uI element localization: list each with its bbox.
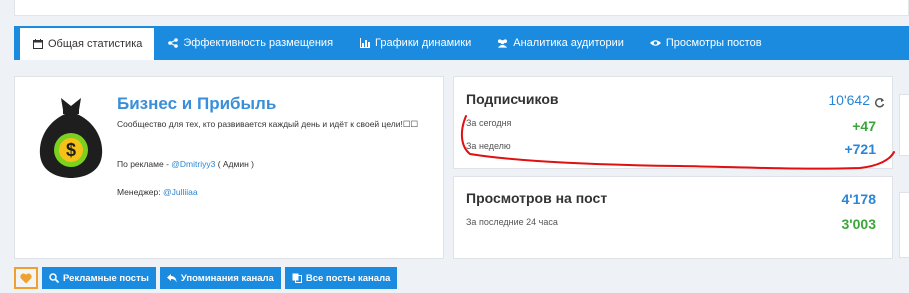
channel-mentions-label: Упоминания канала [180, 272, 274, 284]
tab-label: Эффективность размещения [183, 37, 334, 49]
all-channel-posts-button[interactable]: Все посты канала [284, 267, 398, 289]
tab-placement-efficiency[interactable]: Эффективность размещения [154, 26, 346, 60]
views-period-value: 3'003 [841, 216, 876, 232]
views-period-label: За последние 24 часа [466, 217, 558, 227]
favorite-button[interactable] [14, 267, 38, 289]
views-card: Просмотров на пост 4'178 За последние 24… [453, 176, 893, 259]
views-title: Просмотров на пост [466, 190, 608, 206]
users-icon [497, 38, 508, 49]
subscribers-week-value: +721 [844, 141, 876, 157]
tab-post-views[interactable]: Просмотры постов [637, 26, 775, 60]
channel-mentions-button[interactable]: Упоминания канала [159, 267, 281, 289]
refresh-icon[interactable] [874, 95, 885, 113]
ad-posts-label: Рекламные посты [63, 272, 149, 284]
eye-icon [649, 38, 661, 49]
channel-profile-card: $ Бизнес и Прибыль Сообщество для тех, к… [14, 76, 444, 259]
channel-ad-contact: По рекламе - @Dmitriyy3 ( Админ ) [117, 159, 254, 169]
top-card [14, 0, 909, 16]
search-icon [49, 273, 59, 283]
channel-manager: Менеджер: @Julliiaa [117, 187, 198, 197]
views-total: 4'178 [841, 191, 876, 207]
bar-chart-icon [359, 38, 370, 49]
subscribers-today-label: За сегодня [466, 118, 512, 128]
tab-label: Общая статистика [48, 38, 143, 50]
channel-description: Сообщество для тех, кто развивается кажд… [117, 119, 419, 129]
manager-prefix: Менеджер: [117, 187, 163, 197]
subscribers-total: 10'642 [828, 92, 870, 108]
subscribers-today-value: +47 [852, 118, 876, 134]
heart-icon [20, 273, 32, 283]
tab-label: Аналитика аудитории [513, 37, 624, 49]
subscribers-card: Подписчиков 10'642 За сегодня +47 За нед… [453, 76, 893, 169]
calendar-icon [32, 39, 43, 50]
all-channel-posts-label: Все посты канала [305, 272, 391, 284]
channel-avatar: $ [35, 94, 107, 178]
channel-actions-bar: Рекламные посты Упоминания канала Все по… [14, 267, 398, 289]
copy-icon [292, 273, 302, 283]
tab-dynamics-charts[interactable]: Графики динамики [346, 26, 484, 60]
share-icon [167, 38, 178, 49]
ad-posts-button[interactable]: Рекламные посты [42, 267, 156, 289]
channel-title[interactable]: Бизнес и Прибыль [117, 94, 276, 114]
ad-contact-role: ( Админ ) [215, 159, 254, 169]
subscribers-title: Подписчиков [466, 91, 559, 107]
reply-icon [166, 274, 177, 283]
manager-link[interactable]: @Julliiaa [163, 187, 198, 197]
money-bag-icon: $ [39, 98, 103, 178]
ad-contact-link[interactable]: @Dmitriyy3 [171, 159, 215, 169]
svg-text:$: $ [66, 140, 76, 160]
side-card-edge [899, 192, 909, 258]
tab-label: Графики динамики [375, 37, 472, 49]
tab-label: Просмотры постов [665, 37, 762, 49]
subscribers-week-label: За неделю [466, 141, 511, 151]
side-card-edge [899, 94, 909, 156]
stats-tabbar: Общая статистика Эффективность размещени… [14, 26, 909, 60]
tab-audience-analytics[interactable]: Аналитика аудитории [484, 26, 637, 60]
tab-general-stats[interactable]: Общая статистика [20, 28, 155, 60]
ad-contact-prefix: По рекламе - [117, 159, 172, 169]
